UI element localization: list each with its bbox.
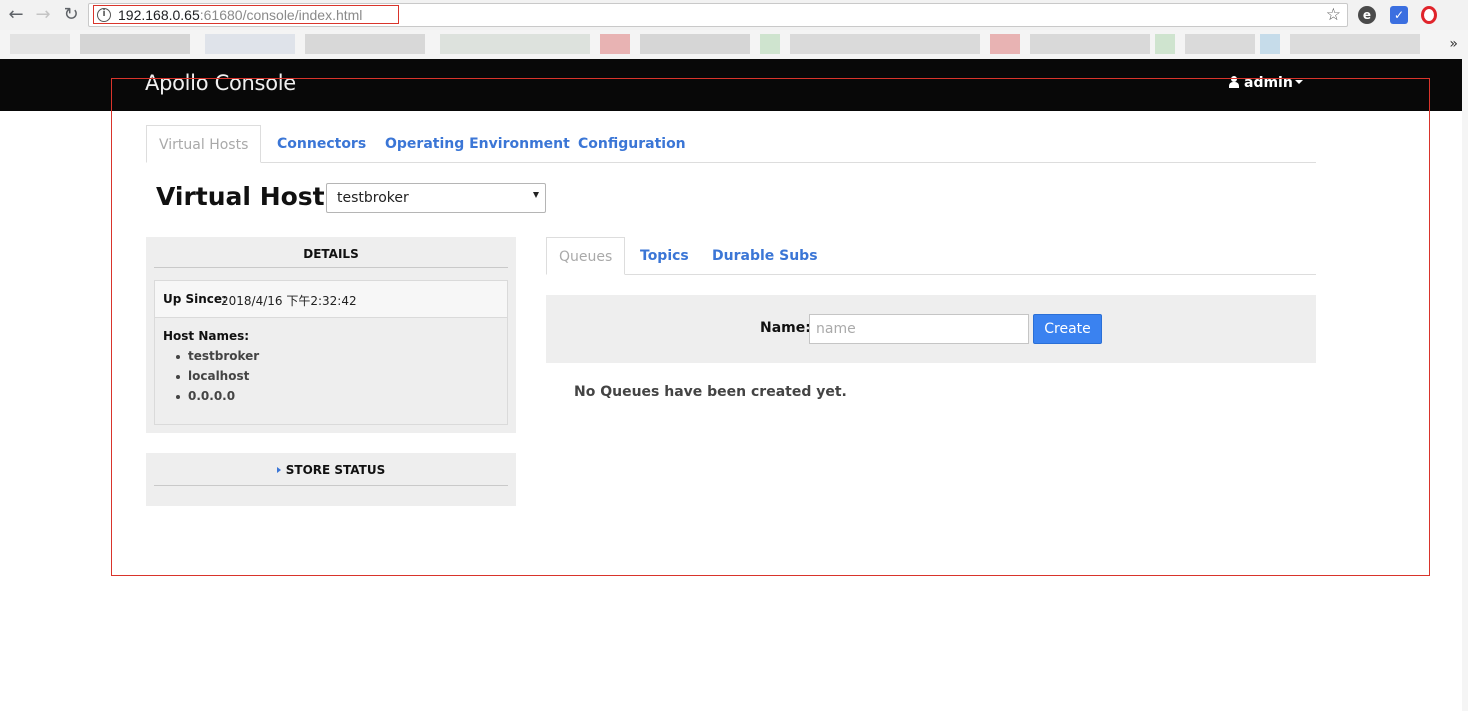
user-menu[interactable]: admin <box>1229 75 1303 91</box>
queue-name-input[interactable] <box>809 314 1029 344</box>
virtual-host-select[interactable]: testbroker <box>326 183 546 213</box>
create-button[interactable]: Create <box>1033 314 1102 344</box>
store-status-heading: STORE STATUS <box>285 463 386 477</box>
tab-durable-subs[interactable]: Durable Subs <box>712 237 818 275</box>
details-box: Up Since: 2018/4/16 下午2:32:42 Host Names… <box>154 280 508 425</box>
blurred-bookmark[interactable] <box>990 34 1020 54</box>
blurred-bookmark[interactable] <box>1155 34 1175 54</box>
bookmarks-bar: » <box>0 30 1468 59</box>
browser-toolbar: ← → ↻ i 192.168.0.65:61680/console/index… <box>0 0 1468 30</box>
empty-queues-message: No Queues have been created yet. <box>574 384 847 400</box>
brand-title[interactable]: Apollo Console <box>145 71 296 95</box>
up-since-row: Up Since: 2018/4/16 下午2:32:42 <box>155 281 507 318</box>
blurred-bookmark[interactable] <box>1185 34 1255 54</box>
details-heading: DETAILS <box>154 247 508 268</box>
vhost-tabs: Queues Topics Durable Subs <box>546 237 1316 275</box>
tab-virtual-hosts[interactable]: Virtual Hosts <box>146 125 262 163</box>
host-name-item: 0.0.0.0 <box>175 389 236 403</box>
virtual-host-selected-value: testbroker <box>337 190 409 206</box>
up-since-label: Up Since: <box>163 292 227 306</box>
forward-arrow-icon[interactable]: → <box>33 5 53 25</box>
blurred-bookmark[interactable] <box>1260 34 1280 54</box>
tab-topics[interactable]: Topics <box>640 237 689 275</box>
reload-icon[interactable]: ↻ <box>61 5 81 25</box>
tab-queues[interactable]: Queues <box>546 237 626 275</box>
blurred-bookmark[interactable] <box>640 34 750 54</box>
back-arrow-icon[interactable]: ← <box>6 5 26 25</box>
name-label: Name: <box>760 320 811 336</box>
bookmarks-overflow-button[interactable]: » <box>1449 36 1458 52</box>
tab-operating-environment[interactable]: Operating Environment <box>385 125 570 163</box>
blurred-bookmark[interactable] <box>1030 34 1150 54</box>
blurred-bookmark[interactable] <box>760 34 780 54</box>
url-host: 192.168.0.65 <box>118 7 200 23</box>
user-label: admin <box>1244 75 1293 91</box>
blurred-bookmark[interactable] <box>600 34 630 54</box>
store-status-panel: STORE STATUS <box>146 453 516 506</box>
evernote-extension-icon[interactable]: e <box>1358 6 1376 24</box>
page-scrollbar[interactable] <box>1462 59 1468 711</box>
blurred-bookmark[interactable] <box>10 34 70 54</box>
blurred-bookmark[interactable] <box>205 34 295 54</box>
star-icon[interactable]: ☆ <box>1326 5 1341 25</box>
blurred-bookmark[interactable] <box>305 34 425 54</box>
host-names-label: Host Names: <box>163 329 250 343</box>
pocket-extension-icon[interactable]: ✓ <box>1390 6 1408 24</box>
details-panel: DETAILS Up Since: 2018/4/16 下午2:32:42 Ho… <box>146 237 516 433</box>
host-name-item: localhost <box>175 369 250 383</box>
blurred-bookmark[interactable] <box>80 34 190 54</box>
url-text[interactable]: 192.168.0.65:61680/console/index.html <box>118 7 362 23</box>
store-status-toggle[interactable]: STORE STATUS <box>154 463 508 486</box>
host-name-item: testbroker <box>175 349 260 363</box>
caret-down-icon <box>1294 80 1303 84</box>
blurred-bookmark[interactable] <box>440 34 590 54</box>
opera-extension-icon[interactable] <box>1421 6 1437 24</box>
create-queue-form: Name: Create <box>546 295 1316 363</box>
url-path: :61680/console/index.html <box>199 7 363 23</box>
blurred-bookmark[interactable] <box>790 34 980 54</box>
up-since-value: 2018/4/16 下午2:32:42 <box>221 294 357 308</box>
tab-connectors[interactable]: Connectors <box>277 125 366 163</box>
dropdown-arrow-icon <box>533 192 539 198</box>
main-tabs: Virtual Hosts Connectors Operating Envir… <box>146 125 1316 163</box>
user-icon <box>1229 76 1239 88</box>
app-navbar: Apollo Console admin <box>0 59 1468 111</box>
address-bar[interactable]: i 192.168.0.65:61680/console/index.html … <box>88 3 1348 27</box>
caret-right-icon <box>276 467 281 473</box>
virtual-host-label: Virtual Host: <box>156 182 335 211</box>
blurred-bookmark[interactable] <box>1290 34 1420 54</box>
tab-configuration[interactable]: Configuration <box>578 125 686 163</box>
